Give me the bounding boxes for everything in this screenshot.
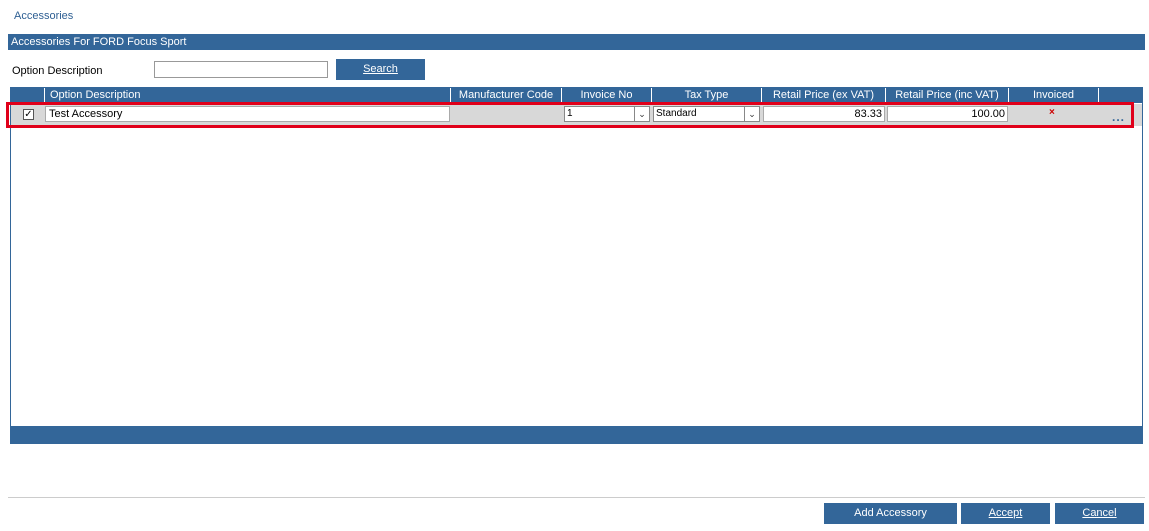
chevron-down-icon[interactable]: ⌄ [634, 107, 649, 121]
ellipsis-icon[interactable]: ... [1112, 110, 1125, 124]
grid-footer [11, 426, 1142, 443]
search-label: Option Description [12, 65, 103, 77]
invoice-no-value: 1 [567, 108, 573, 119]
accessories-grid: Option Description Manufacturer Code Inv… [10, 87, 1143, 444]
cancel-button[interactable]: Cancel [1055, 503, 1144, 524]
price-inc-vat-input[interactable] [887, 106, 1008, 122]
manufacturer-code-cell [451, 104, 562, 126]
header-price-inc-vat[interactable]: Retail Price (inc VAT) [886, 88, 1009, 103]
grid-header: Option Description Manufacturer Code Inv… [11, 88, 1142, 103]
table-row[interactable]: ✓ 1 ⌄ Standard ⌄ × ... [11, 104, 1142, 126]
header-select-column [11, 88, 45, 103]
accept-button[interactable]: Accept [961, 503, 1050, 524]
add-accessory-button[interactable]: Add Accessory [824, 503, 957, 524]
header-invoice-no[interactable]: Invoice No [562, 88, 652, 103]
divider [8, 497, 1145, 498]
price-ex-vat-input[interactable] [763, 106, 885, 122]
x-icon: × [1049, 107, 1055, 118]
tax-type-value: Standard [656, 108, 697, 119]
header-invoiced[interactable]: Invoiced [1009, 88, 1099, 103]
chevron-down-icon[interactable]: ⌄ [744, 107, 759, 121]
invoice-no-select[interactable]: 1 ⌄ [564, 106, 650, 122]
header-tax-type[interactable]: Tax Type [652, 88, 762, 103]
header-option-description[interactable]: Option Description [45, 88, 451, 103]
page-title: Accessories [14, 10, 74, 22]
section-header: Accessories For FORD Focus Sport [8, 34, 1145, 50]
option-description-input[interactable] [45, 106, 450, 122]
header-manufacturer-code[interactable]: Manufacturer Code [451, 88, 562, 103]
header-price-ex-vat[interactable]: Retail Price (ex VAT) [762, 88, 886, 103]
search-input[interactable] [154, 61, 328, 78]
tax-type-select[interactable]: Standard ⌄ [653, 106, 760, 122]
row-select-checkbox[interactable]: ✓ [23, 109, 34, 120]
search-button[interactable]: Search [336, 59, 425, 80]
